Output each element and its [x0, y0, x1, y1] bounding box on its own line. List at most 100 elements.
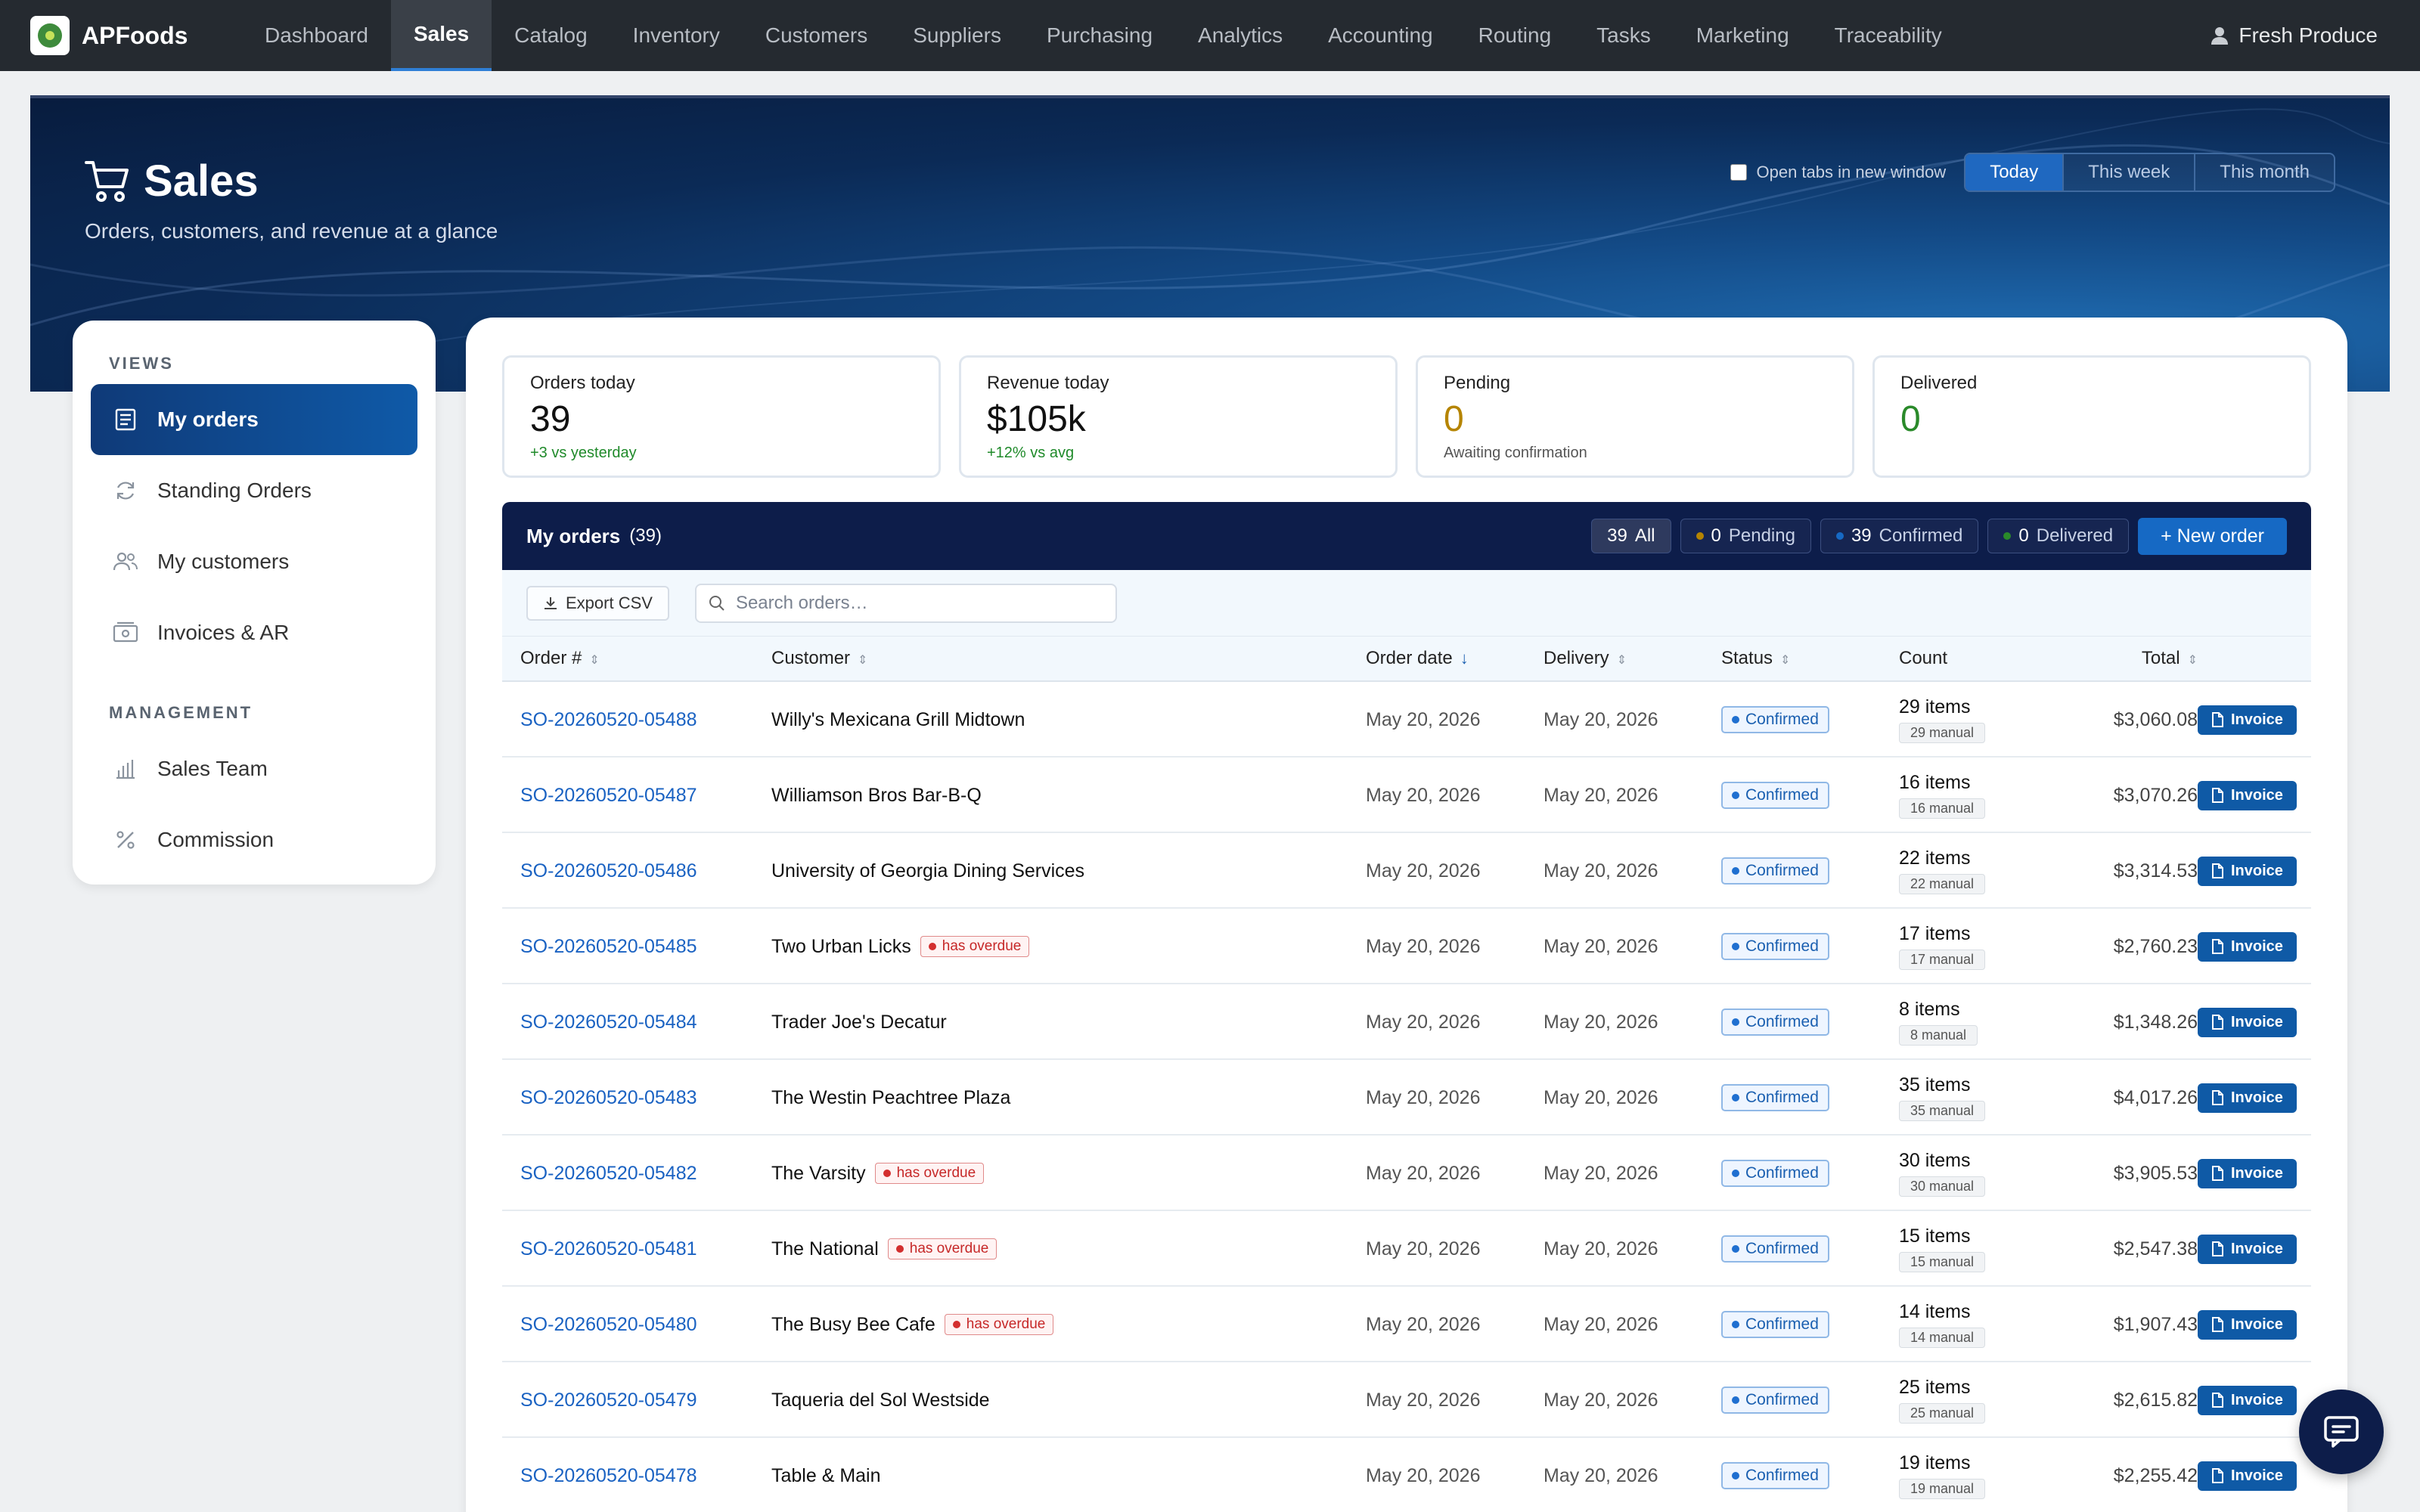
filter-confirmed[interactable]: 39 Confirmed — [1820, 519, 1979, 553]
orders-list-icon — [112, 406, 139, 433]
stat-value: 0 — [1444, 399, 1464, 439]
sidebar-item-sales-team[interactable]: Sales Team — [91, 733, 417, 804]
column-header-order[interactable]: Order # ⇕ — [520, 648, 600, 669]
table-row[interactable]: SO-20260520-05488 Willy's Mexicana Grill … — [502, 682, 2311, 758]
table-row[interactable]: SO-20260520-05485 Two Urban Licks has over… — [502, 909, 2311, 984]
column-header-label: Total — [2141, 648, 2180, 668]
table-body: SO-20260520-05488 Willy's Mexicana Grill … — [502, 682, 2311, 1512]
nav-item-marketing[interactable]: Marketing — [1674, 0, 1812, 71]
order-link[interactable]: SO-20260520-05483 — [520, 1087, 697, 1109]
range-this-week[interactable]: This week — [2062, 154, 2195, 191]
page-title: Sales — [85, 156, 259, 206]
invoice-button[interactable]: Invoice — [2198, 1461, 2297, 1491]
order-date: May 20, 2026 — [1366, 1162, 1481, 1184]
table-row[interactable]: SO-20260520-05483 The Westin Peachtree Pl… — [502, 1060, 2311, 1136]
invoice-button[interactable]: Invoice — [2198, 1158, 2297, 1188]
date-range-toggle: Today This week This month — [1964, 153, 2335, 192]
nav-item-catalog[interactable]: Catalog — [492, 0, 610, 71]
table-row[interactable]: SO-20260520-05478 Table & Main May 20, 202… — [502, 1438, 2311, 1512]
column-header-status[interactable]: Status ⇕ — [1721, 648, 1790, 669]
table-row[interactable]: SO-20260520-05481 The National has overdue… — [502, 1211, 2311, 1287]
chat-button[interactable] — [2299, 1390, 2384, 1474]
sidebar-item-commission[interactable]: Commission — [91, 804, 417, 875]
range-this-month[interactable]: This month — [2194, 154, 2334, 191]
new-order-button[interactable]: + New order — [2138, 517, 2287, 555]
brand[interactable]: APFoods — [30, 16, 212, 55]
manual-count-badge: 17 manual — [1899, 950, 1986, 970]
total-cell: $2,547.38 — [2077, 1211, 2198, 1287]
nav-item-traceability[interactable]: Traceability — [1812, 0, 1965, 71]
order-link[interactable]: SO-20260520-05481 — [520, 1238, 697, 1260]
sidebar-item-my-orders[interactable]: My orders — [91, 384, 417, 455]
table-row[interactable]: SO-20260520-05484 Trader Joe's Decatur May… — [502, 984, 2311, 1060]
item-count: 15 items — [1899, 1225, 1971, 1247]
invoice-button[interactable]: Invoice — [2198, 1083, 2297, 1113]
filter-all[interactable]: 39 All — [1591, 519, 1671, 553]
sidebar-item-standing-orders[interactable]: Standing Orders — [91, 455, 417, 526]
nav-item-routing[interactable]: Routing — [1456, 0, 1575, 71]
sort-desc-icon: ↓ — [1460, 649, 1469, 668]
order-link[interactable]: SO-20260520-05482 — [520, 1163, 697, 1185]
order-number-cell: SO-20260520-05480 — [520, 1287, 697, 1362]
export-csv-button[interactable]: Export CSV — [526, 585, 669, 621]
order-link[interactable]: SO-20260520-05480 — [520, 1314, 697, 1336]
nav-item-accounting[interactable]: Accounting — [1305, 0, 1456, 71]
invoice-button[interactable]: Invoice — [2198, 1385, 2297, 1415]
order-number-cell: SO-20260520-05487 — [520, 758, 697, 833]
table-row[interactable]: SO-20260520-05487 Williamson Bros Bar-B-Q… — [502, 758, 2311, 833]
table-row[interactable]: SO-20260520-05479 Taqueria del Sol Westsi… — [502, 1362, 2311, 1438]
order-link[interactable]: SO-20260520-05478 — [520, 1465, 697, 1487]
order-link[interactable]: SO-20260520-05486 — [520, 860, 697, 882]
column-header-delivery[interactable]: Delivery ⇕ — [1544, 648, 1627, 669]
nav-item-dashboard[interactable]: Dashboard — [242, 0, 391, 71]
invoice-button[interactable]: Invoice — [2198, 1234, 2297, 1264]
count-cell: 35 items 35 manual — [1899, 1060, 1986, 1136]
order-link[interactable]: SO-20260520-05485 — [520, 936, 697, 958]
table-row[interactable]: SO-20260520-05482 The Varsity has overdue M… — [502, 1136, 2311, 1211]
search-input[interactable] — [735, 592, 1099, 614]
actions-cell: Invoice — [2198, 1287, 2297, 1362]
sidebar-item-my-customers[interactable]: My customers — [91, 526, 417, 597]
column-header-order-date[interactable]: Order date ↓ — [1366, 648, 1469, 669]
document-icon — [2212, 1015, 2223, 1030]
invoice-button[interactable]: Invoice — [2198, 1309, 2297, 1340]
invoice-button[interactable]: Invoice — [2198, 931, 2297, 962]
invoice-button[interactable]: Invoice — [2198, 856, 2297, 886]
actions-cell: Invoice — [2198, 1136, 2297, 1211]
filter-pending[interactable]: 0 Pending — [1680, 519, 1811, 553]
order-link[interactable]: SO-20260520-05484 — [520, 1012, 697, 1033]
order-date: May 20, 2026 — [1366, 1238, 1481, 1259]
nav-item-analytics[interactable]: Analytics — [1175, 0, 1305, 71]
delivery-date-cell: May 20, 2026 — [1544, 1287, 1658, 1362]
order-link[interactable]: SO-20260520-05488 — [520, 709, 697, 731]
table-row[interactable]: SO-20260520-05480 The Busy Bee Cafe has ov… — [502, 1287, 2311, 1362]
filter-delivered[interactable]: 0 Delivered — [1987, 519, 2130, 553]
column-header-total[interactable]: Total ⇕ — [2077, 648, 2198, 669]
order-link[interactable]: SO-20260520-05487 — [520, 785, 697, 807]
invoice-button[interactable]: Invoice — [2198, 705, 2297, 735]
nav-item-tasks[interactable]: Tasks — [1574, 0, 1674, 71]
customer-cell: Williamson Bros Bar-B-Q — [771, 758, 982, 833]
overdue-dot-icon — [952, 1321, 960, 1328]
nav-item-purchasing[interactable]: Purchasing — [1024, 0, 1175, 71]
column-header-count[interactable]: Count — [1899, 648, 1947, 669]
nav-item-inventory[interactable]: Inventory — [610, 0, 743, 71]
overdue-label: has overdue — [909, 1241, 989, 1256]
checkbox-box[interactable] — [1730, 164, 1748, 181]
invoice-button[interactable]: Invoice — [2198, 780, 2297, 810]
nav-item-sales[interactable]: Sales — [390, 0, 492, 71]
user-menu[interactable]: Fresh Produce — [2211, 0, 2378, 71]
table-row[interactable]: SO-20260520-05486 University of Georgia D… — [502, 833, 2311, 909]
document-icon — [2212, 788, 2223, 803]
invoice-button[interactable]: Invoice — [2198, 1007, 2297, 1037]
range-today[interactable]: Today — [1965, 154, 2063, 191]
order-link[interactable]: SO-20260520-05479 — [520, 1390, 697, 1411]
nav-item-suppliers[interactable]: Suppliers — [890, 0, 1024, 71]
nav-item-customers[interactable]: Customers — [743, 0, 890, 71]
column-header-customer[interactable]: Customer ⇕ — [771, 648, 867, 669]
sidebar-item-invoices-ar[interactable]: Invoices & AR — [91, 597, 417, 668]
open-tabs-checkbox[interactable]: Open tabs in new window — [1730, 163, 1946, 182]
delivery-date: May 20, 2026 — [1544, 1464, 1658, 1486]
status-label: Confirmed — [1745, 1315, 1819, 1333]
order-date: May 20, 2026 — [1366, 1086, 1481, 1108]
